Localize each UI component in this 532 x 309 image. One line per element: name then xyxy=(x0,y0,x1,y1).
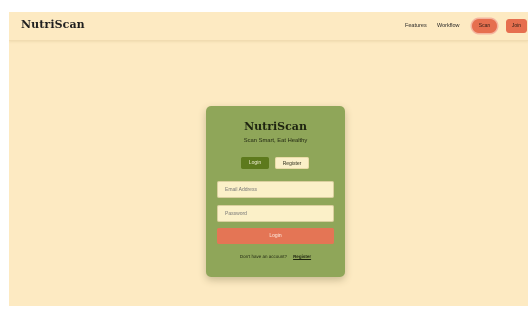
nav-link-features[interactable]: Features xyxy=(405,23,427,29)
register-prompt-text: Don't have an account? xyxy=(239,254,288,259)
top-navbar: NutriScan Features Workflow Scan Join xyxy=(9,12,528,41)
join-button[interactable]: Join xyxy=(506,19,527,33)
tab-register[interactable]: Register xyxy=(275,157,309,169)
password-field[interactable] xyxy=(217,205,334,222)
register-link[interactable]: Register xyxy=(293,254,311,259)
nav-link-workflow[interactable]: Workflow xyxy=(437,23,460,29)
email-field[interactable] xyxy=(217,181,334,198)
tab-login[interactable]: Login xyxy=(241,157,269,169)
register-prompt: Don't have an account? Register xyxy=(206,254,345,259)
brand-logo[interactable]: NutriScan xyxy=(21,18,85,31)
card-subtitle: Scan Smart, Eat Healthy xyxy=(243,138,308,144)
login-submit-button[interactable]: Login xyxy=(217,228,334,244)
scan-button[interactable]: Scan xyxy=(472,19,497,33)
page: NutriScan Features Workflow Scan Join Nu… xyxy=(9,12,528,306)
login-card: NutriScan Scan Smart, Eat Healthy Login … xyxy=(206,106,345,277)
card-title: NutriScan xyxy=(244,120,307,133)
